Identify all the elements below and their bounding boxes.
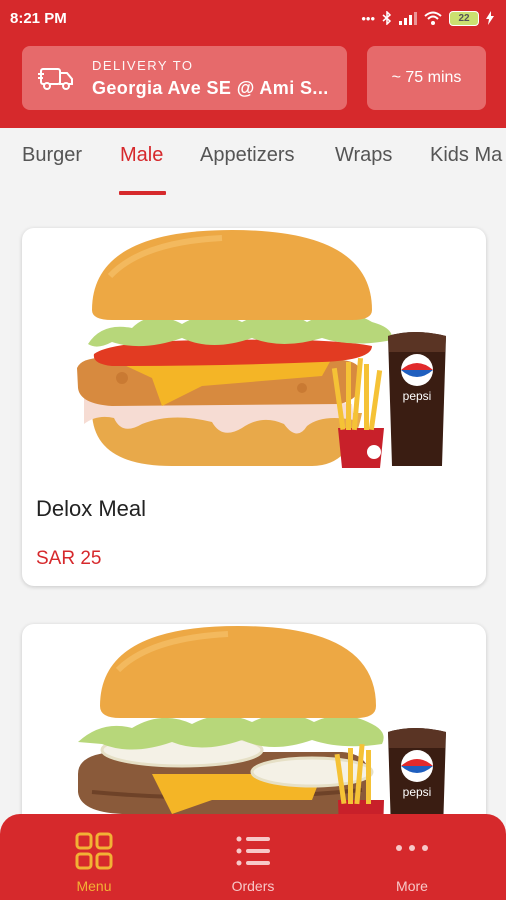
status-icons: ••• 22 [361,10,494,26]
category-tabs: Burger Male Appetizers Wraps Kids Ma [0,128,506,200]
tab-kids-meal[interactable]: Kids Ma [430,144,502,167]
status-time: 8:21 PM [10,9,67,27]
bottom-nav: Menu Orders More [0,814,506,900]
drink-brand-label: pepsi [403,785,432,799]
delivery-truck-icon [38,68,73,90]
status-bar: 8:21 PM ••• 22 [0,0,506,36]
list-icon [236,836,270,866]
active-tab-indicator [119,191,166,195]
menu-item-card[interactable]: pepsi Delox Meal SAR 25 [22,228,486,586]
delivery-text: DELIVERY TO Georgia Ave SE @ Ami S... [92,58,329,99]
item-name: Delox Meal [36,496,147,521]
bluetooth-icon [382,11,392,25]
more-dots-status-icon: ••• [361,10,375,26]
nav-orders[interactable]: Orders [193,814,313,900]
tab-male[interactable]: Male [120,144,163,167]
more-dots-icon [396,845,428,851]
eta-text: ~ 75 mins [391,69,462,86]
nav-menu[interactable]: Menu [34,814,154,900]
nav-more[interactable]: More [352,814,472,900]
charging-icon [486,11,494,25]
tab-appetizers[interactable]: Appetizers [200,144,295,167]
app-header: 8:21 PM ••• 22 DELIVERY TO Georgia Ave S… [0,0,506,128]
tab-burger[interactable]: Burger [22,144,82,167]
drink-brand-label: pepsi [403,389,432,403]
eta-button[interactable]: ~ 75 mins [367,46,486,110]
item-price: SAR 25 [36,548,102,569]
tab-wraps[interactable]: Wraps [335,144,392,167]
nav-menu-label: Menu [76,878,112,894]
grid-icon [75,832,113,870]
delivery-address: Georgia Ave SE @ Ami S... [92,77,329,98]
battery-icon: 22 [449,10,479,26]
delivery-label: DELIVERY TO [92,57,194,73]
signal-icon [399,11,417,25]
burger-meal-image: pepsi [77,230,446,468]
nav-orders-label: Orders [231,878,275,894]
delivery-address-button[interactable]: DELIVERY TO Georgia Ave SE @ Ami S... [22,46,347,110]
wifi-icon [424,11,442,25]
nav-more-label: More [396,878,428,894]
